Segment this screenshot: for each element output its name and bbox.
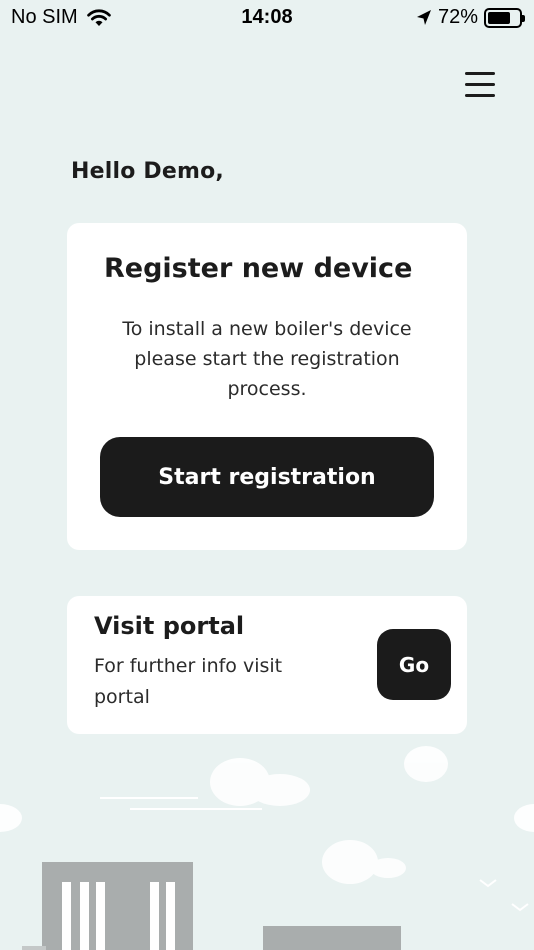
- portal-card-description: For further info visit portal: [94, 655, 283, 708]
- battery-icon: [484, 7, 525, 28]
- battery-cap: [522, 14, 525, 22]
- menu-line: [465, 72, 495, 75]
- greeting: Hello Demo,: [71, 159, 224, 184]
- menu-line: [465, 83, 495, 86]
- portal-card-title: Visit portal: [94, 612, 245, 640]
- location-arrow-icon: [416, 9, 431, 25]
- battery-percent: 72%: [437, 6, 478, 28]
- visit-portal-card: Visit portal For further info visit port…: [67, 596, 467, 734]
- city-illustration: [0, 746, 534, 950]
- hamburger-menu-icon[interactable]: [464, 70, 496, 100]
- register-device-card: Register new device To install a new boi…: [67, 223, 467, 550]
- menu-line: [465, 94, 495, 97]
- birds: [479, 879, 529, 912]
- register-card-description: To install a new boiler's device please …: [122, 318, 412, 400]
- battery-level-fill: [488, 11, 510, 24]
- go-button[interactable]: Go: [377, 629, 451, 700]
- register-card-title: Register new device: [104, 253, 413, 284]
- status-bar: No SIM 14:08 72%: [0, 0, 534, 36]
- start-registration-button[interactable]: Start registration: [100, 437, 434, 517]
- status-right: 72%: [416, 6, 525, 29]
